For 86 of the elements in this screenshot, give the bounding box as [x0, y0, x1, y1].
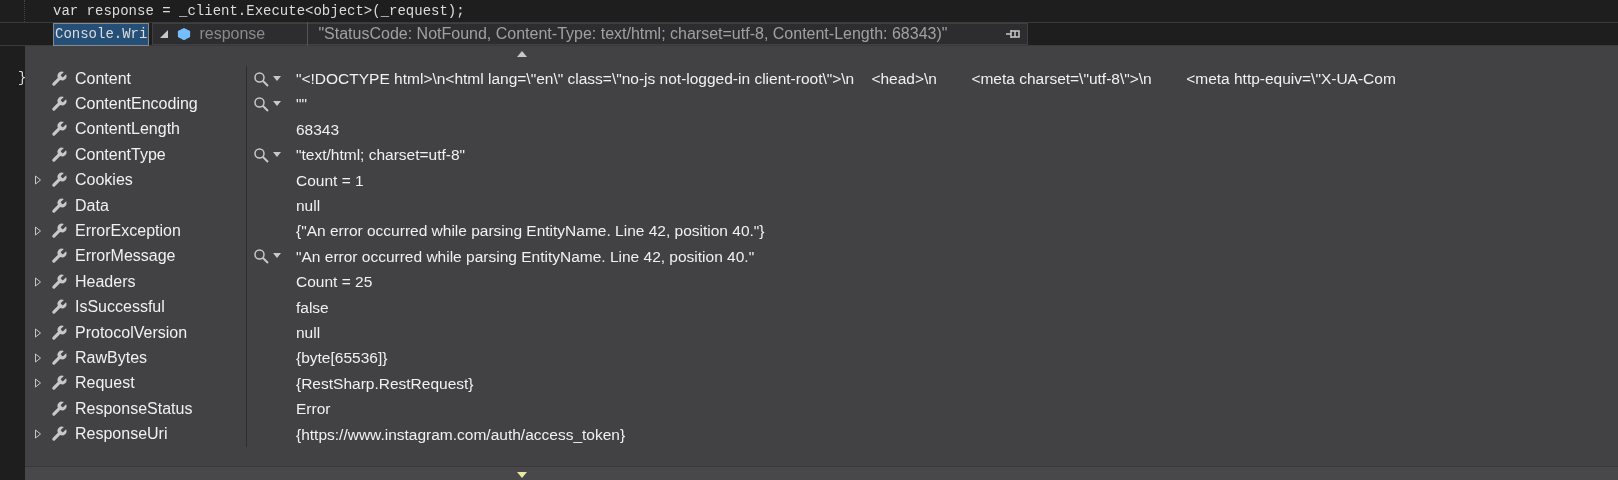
property-name: Data [75, 195, 109, 216]
property-name: IsSuccessful [75, 297, 165, 318]
expand-arrow-icon[interactable] [35, 378, 41, 389]
property-name: ContentEncoding [75, 94, 198, 115]
property-row[interactable]: ProtocolVersion null [25, 319, 1618, 346]
property-value: "<!DOCTYPE html>\n<html lang=\"en\" class=\"no-js not-logged-in client-root\">\n <head>\n <meta charset=\"utf-8\">\n <meta http-equiv=\"X-UA-Com [296, 69, 1396, 90]
caret-icon[interactable] [273, 101, 281, 108]
property-value: "text/html; charset=utf-8" [296, 145, 466, 166]
property-row[interactable]: IsSuccessful false [25, 294, 1618, 320]
caret-icon[interactable] [273, 253, 281, 260]
property-value: "" [296, 94, 307, 115]
property-name: ResponseStatus [75, 398, 193, 419]
wrench-icon [50, 171, 68, 190]
expand-arrow-icon[interactable] [35, 276, 41, 287]
visualizer-button[interactable] [253, 146, 281, 163]
property-value: Count = 1 [296, 170, 364, 191]
visualizer-button[interactable] [253, 96, 281, 113]
wrench-icon [50, 298, 68, 317]
search-icon[interactable] [253, 96, 269, 113]
property-value: {RestSharp.RestRequest} [296, 373, 474, 394]
property-name: RawBytes [75, 348, 148, 368]
property-name: Request [75, 373, 135, 394]
cube-icon [177, 27, 192, 41]
property-name: ProtocolVersion [75, 322, 188, 343]
property-name: ResponseUri [75, 424, 168, 445]
property-row[interactable]: ContentEncoding "" [25, 91, 1618, 117]
property-value: {https://www.instagram.com/auth/access_token} [296, 424, 626, 445]
property-value: Count = 25 [296, 272, 373, 293]
wrench-icon [50, 222, 68, 241]
pin-icon[interactable] [1005, 28, 1022, 40]
variable-name: response [199, 24, 267, 44]
wrench-icon [50, 399, 68, 418]
wrench-icon [50, 374, 68, 393]
wrench-icon [50, 145, 68, 164]
property-value: null [296, 196, 321, 216]
wrench-icon [50, 272, 68, 291]
wrench-icon [50, 323, 68, 342]
property-value: "An error occurred while parsing EntityName. Line 42, position 40." [296, 246, 755, 267]
property-name: ErrorMessage [75, 246, 176, 267]
search-icon[interactable] [253, 248, 269, 265]
property-name: Content [75, 68, 132, 89]
property-name: ErrorException [75, 221, 181, 242]
wrench-icon [50, 120, 68, 139]
code-brace: } [18, 69, 25, 88]
visualizer-button[interactable] [253, 70, 281, 87]
expand-arrow-icon[interactable] [35, 429, 41, 440]
property-value: Error [296, 399, 331, 420]
wrench-icon [50, 425, 68, 444]
wrench-icon [50, 95, 68, 114]
property-row[interactable]: ErrorException {"An error occurred while parsing EntityName. Line 42, position 40."} [25, 218, 1618, 244]
caret-icon[interactable] [273, 151, 281, 158]
search-icon[interactable] [253, 146, 269, 163]
property-row[interactable]: RawBytes {byte[65536]} [25, 345, 1618, 371]
expand-arrow-icon[interactable] [35, 353, 41, 363]
wrench-icon [50, 247, 68, 266]
property-value: false [296, 297, 329, 318]
expand-arrow-icon[interactable] [35, 327, 41, 338]
property-value: {byte[65536]} [296, 348, 388, 369]
scroll-up-icon[interactable] [515, 50, 528, 58]
property-row[interactable]: Headers Count = 25 [25, 269, 1618, 295]
property-row[interactable]: Cookies Count = 1 [25, 167, 1618, 193]
property-value: 68343 [296, 119, 340, 140]
property-row[interactable]: Data null [25, 192, 1618, 219]
property-row[interactable]: ResponseStatus Error [25, 396, 1618, 422]
property-value: null [296, 322, 321, 343]
expand-arrow-icon[interactable] [35, 226, 41, 237]
property-value: {"An error occurred while parsing EntityName. Line 42, position 40."} [296, 221, 765, 242]
property-row[interactable]: ErrorMessage "An error occurred while parsing EntityName. Line 42, position 40." [25, 243, 1618, 270]
expand-arrow-icon[interactable] [35, 175, 41, 186]
property-row[interactable]: Request {RestSharp.RestRequest} [25, 370, 1618, 397]
code-line: var response = _client.Execute<object>(_request); [53, 2, 465, 21]
property-name: ContentLength [75, 119, 180, 140]
wrench-icon [50, 69, 68, 88]
wrench-icon [50, 349, 68, 367]
property-row[interactable]: ContentLength 68343 [25, 116, 1618, 143]
property-name: Cookies [75, 170, 133, 191]
property-name: Headers [75, 271, 136, 292]
wrench-icon [50, 196, 68, 215]
property-row[interactable]: Content "<!DOCTYPE html>\n<html lang=\"en\" class=\"no-js not-logged-in client-root\">\n <head>\n <meta charset=\"utf-8\">\n <meta http-equiv=\"X-UA-Com [25, 66, 1618, 92]
property-name: ContentType [75, 144, 166, 165]
visualizer-button[interactable] [253, 248, 281, 265]
search-icon[interactable] [253, 70, 269, 87]
scroll-down-icon[interactable] [515, 471, 528, 479]
property-row[interactable]: ResponseUri {https://www.instagram.com/auth/access_token} [25, 421, 1618, 447]
caret-icon[interactable] [273, 75, 281, 82]
property-row[interactable]: ContentType "text/html; charset=utf-8" [25, 142, 1618, 168]
